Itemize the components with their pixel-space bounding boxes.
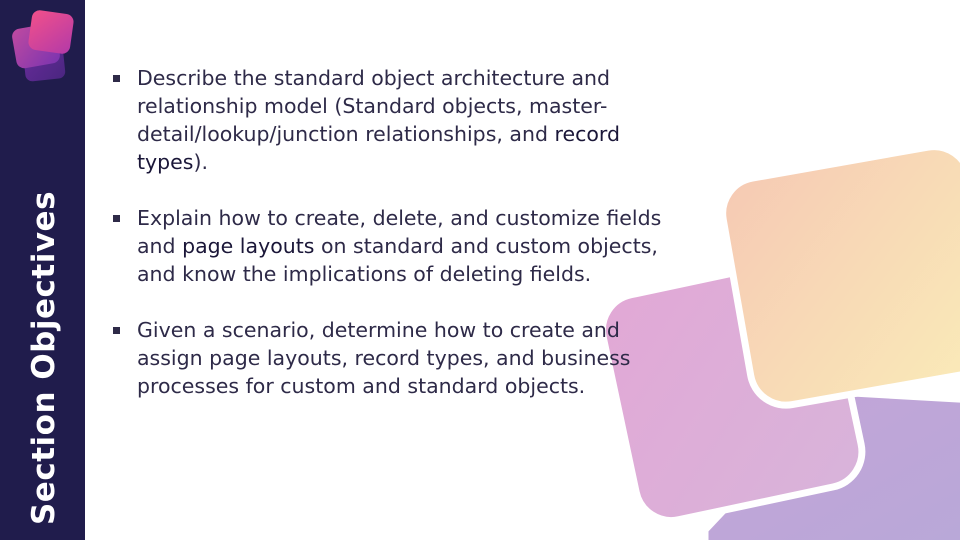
objective-item-1: Describe the standard object architectur… (110, 64, 690, 176)
objectives-content: Describe the standard object architectur… (110, 64, 690, 428)
objective-item-3: Given a scenario, determine how to creat… (110, 316, 690, 400)
objectives-list: Describe the standard object architectur… (110, 64, 690, 400)
objective-text-end: ). (193, 150, 208, 174)
objective-text: Given a scenario, determine how to creat… (137, 318, 631, 398)
objective-text: Describe the standard object architectur… (137, 66, 611, 146)
brand-logo-icon (12, 10, 74, 82)
square-bullet-icon (113, 75, 120, 82)
objective-highlight: page layouts (182, 234, 315, 258)
section-title: Section Objectives (26, 190, 62, 526)
shape-top (719, 143, 960, 409)
square-bullet-icon (113, 215, 120, 222)
section-sidebar: Section Objectives (0, 0, 85, 540)
objective-item-2: Explain how to create, delete, and custo… (110, 204, 690, 288)
square-bullet-icon (113, 327, 120, 334)
